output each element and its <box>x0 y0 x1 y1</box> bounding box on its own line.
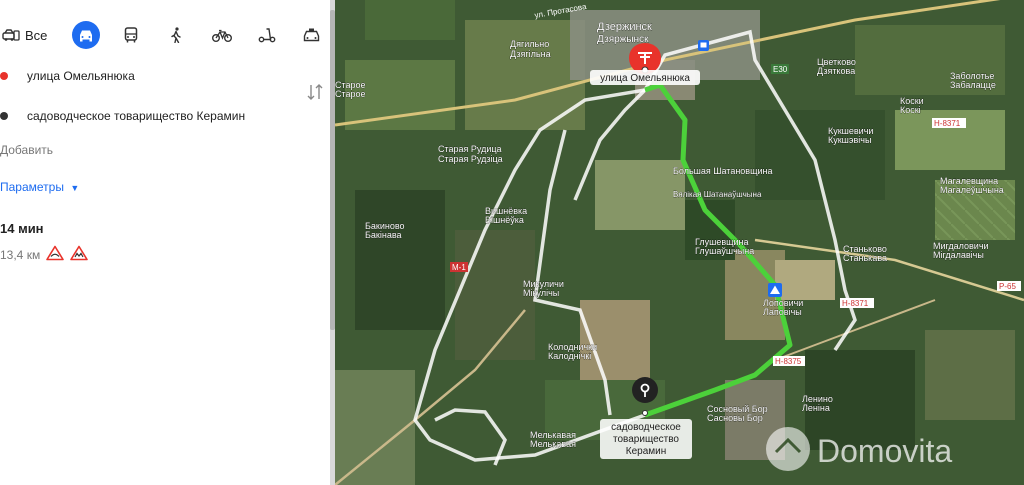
label-staroe-sub: Старое <box>335 89 366 99</box>
route-time: 14 мин <box>0 221 44 236</box>
bus-icon <box>124 27 138 43</box>
label-staraya-rudica: Старая Рудица <box>438 144 502 154</box>
label-malaya-sub: Мелькавая <box>530 439 576 449</box>
rough-road-icon <box>70 245 89 264</box>
caret-down-icon: ▼ <box>70 183 80 193</box>
mode-bike-button[interactable] <box>210 18 234 52</box>
label-magalevshchina-sub: Магалеўшчына <box>940 185 1004 195</box>
speed-bump-icon <box>46 245 65 264</box>
label-kukshevichi-sub: Кукшэвічы <box>828 135 871 145</box>
car-icon <box>78 29 94 42</box>
road-label-n8371: Н-8371 <box>934 119 961 128</box>
label-mikulichi-sub: Мікулічы <box>523 288 559 298</box>
domovita-logo-icon <box>766 427 810 471</box>
car-taxi-icon <box>2 28 20 42</box>
label-bolshaya-shatanovshchina: Большая Шатановщина <box>673 166 773 176</box>
satellite-map[interactable]: Дзержинск Дзяржынск Дягильно Дзягільна Ц… <box>335 0 1024 485</box>
road-label-m1: М-1 <box>452 263 466 272</box>
road-label-r65: Р-65 <box>999 282 1016 291</box>
crosswalk-icon <box>768 283 782 297</box>
mode-taxi-button[interactable] <box>299 18 323 52</box>
road-label-n8371b: Н-8371 <box>842 299 869 308</box>
end-label-line-2: товарищество <box>613 434 679 445</box>
bus-stop-icon <box>698 40 709 51</box>
label-dyagilno: Дягильно <box>510 39 549 49</box>
label-migdalovichi-sub: Мігдалавічы <box>933 250 984 260</box>
mode-all-button[interactable]: Все <box>2 18 54 52</box>
road-label-e30: E30 <box>773 65 788 74</box>
end-dot-icon <box>0 112 8 120</box>
start-dot-icon <box>0 72 8 80</box>
label-stankovo-sub: Станькава <box>843 253 887 263</box>
transport-mode-bar: Все <box>0 18 330 52</box>
label-bakinovo-sub: Бакінава <box>365 230 402 240</box>
waypoint-start[interactable]: улица Омельянюка <box>0 66 135 86</box>
route-distance: 13,4 км <box>0 247 41 262</box>
mode-all-label: Все <box>25 27 48 43</box>
waypoint-start-label: улица Омельянюка <box>27 69 135 83</box>
end-label-line-3: Керамин <box>626 446 667 457</box>
label-gulyushchina-sub: Глушаўшчына <box>695 246 754 256</box>
label-vishnevka-sub: Вішнёўка <box>485 215 524 225</box>
mode-walk-button[interactable] <box>165 18 187 52</box>
mode-transit-button[interactable] <box>120 18 142 52</box>
start-marker-label: улица Омельянюка <box>600 73 690 84</box>
label-tsvetkovo-sub: Дзяткова <box>817 66 855 76</box>
mode-car-button[interactable] <box>72 21 100 49</box>
label-zabolotie-sub: Забалацце <box>950 80 996 90</box>
label-lenino-sub: Леніна <box>802 403 830 413</box>
scooter-icon <box>258 27 276 43</box>
mode-scooter-button[interactable] <box>256 18 278 52</box>
add-waypoint-button[interactable]: Добавить <box>0 143 53 157</box>
end-label-line-1: садоводческое <box>611 422 681 433</box>
route-distance-row: 13,4 км <box>0 245 89 264</box>
route-params-label: Параметры <box>0 180 64 194</box>
taxi-icon <box>303 28 320 43</box>
watermark-text: Domovita <box>817 433 952 469</box>
route-params-button[interactable]: Параметры ▼ <box>0 180 79 194</box>
road-label-n8375: Н-8375 <box>775 357 802 366</box>
label-dyagilno-sub: Дзягільна <box>510 49 551 59</box>
swap-waypoints-button[interactable] <box>306 82 324 102</box>
label-staraya-rudica-sub: Старая Рудзіца <box>438 154 503 164</box>
label-kolodnichi-sub: Калоднічкі <box>548 351 591 361</box>
waypoint-end-label: садоводческое товарищество Керамин <box>27 109 246 123</box>
domovita-watermark: Domovita <box>766 427 952 471</box>
route-panel: Все улица Омельянюка садоводческое товар… <box>0 0 332 485</box>
swap-arrows-icon <box>306 84 324 106</box>
label-koski-sub: Коскі <box>900 105 921 115</box>
label-sosnovy-bor-sub: Сасновы Бор <box>707 413 763 423</box>
label-lyubovichi-sub: Лаповічы <box>763 307 802 317</box>
label-bolshaya-shatanovshchina-sub: Вялікая Шатанаўшчына <box>673 190 762 199</box>
waypoint-end[interactable]: садоводческое товарищество Керамин <box>0 106 245 126</box>
pedestrian-icon <box>170 27 182 43</box>
label-dzerzhinsk-sub: Дзяржынск <box>597 34 649 45</box>
start-marker[interactable] <box>629 43 661 74</box>
label-dzerzhinsk: Дзержинск <box>597 21 652 33</box>
bicycle-icon <box>212 29 232 42</box>
